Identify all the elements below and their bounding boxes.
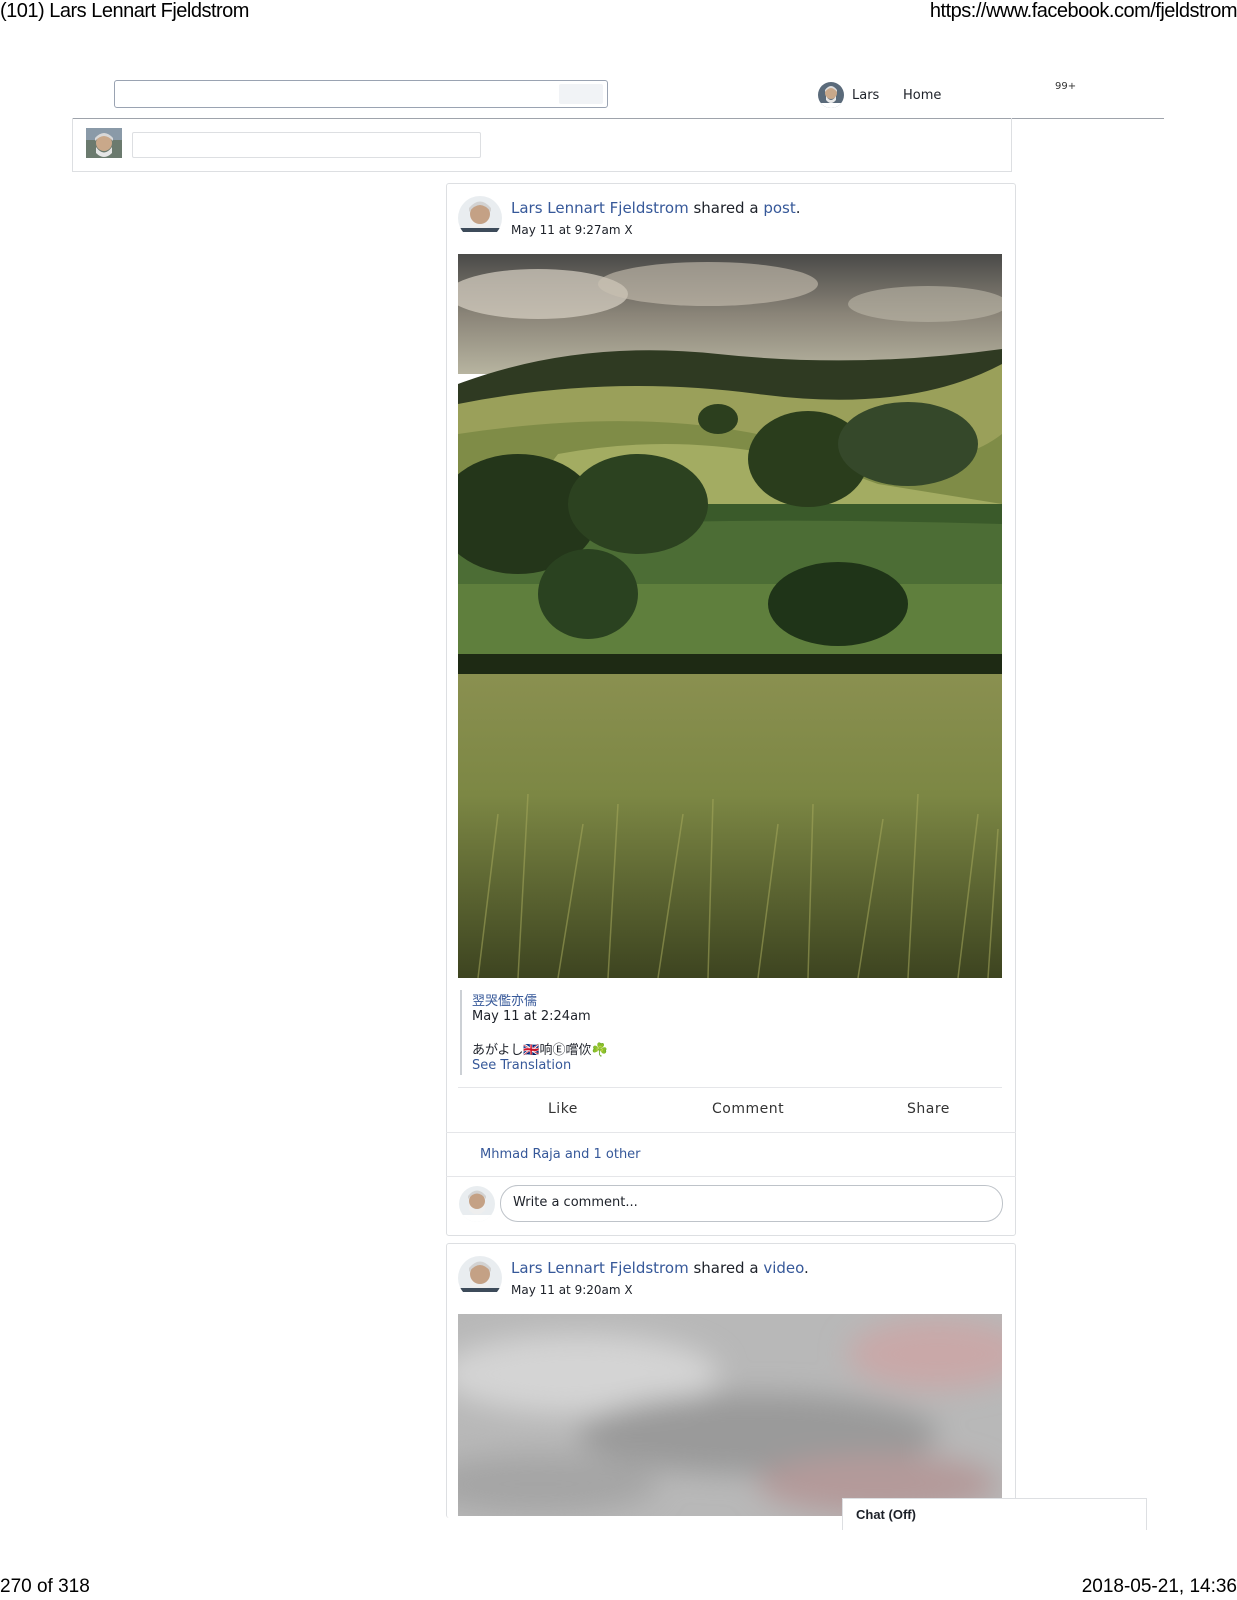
post-action-text: shared a [693,199,759,217]
post-timestamp: May 11 at 9:27am X [511,223,633,237]
composer-avatar [86,128,122,164]
actions-divider-bottom [446,1132,1016,1133]
post-time-link[interactable]: May 11 at 9:27am [511,223,621,237]
comment-input[interactable]: Write a comment... [500,1185,1003,1222]
share-button[interactable]: Share [907,1101,950,1117]
chat-status-label[interactable]: Chat (Off) [856,1507,916,1522]
post-header-period: . [804,1259,809,1277]
search-button[interactable] [559,84,603,104]
composer-input[interactable] [132,132,481,158]
post-visibility-icon: X [624,223,633,237]
profile-avatar[interactable] [818,82,844,108]
commenter-avatar [459,1186,495,1222]
chat-sidebar-tab[interactable]: Chat (Off) [842,1498,1147,1530]
post-author-link[interactable]: Lars Lennart Fjeldstrom [511,1259,689,1277]
post-time-link[interactable]: May 11 at 9:20am [511,1283,621,1297]
comment-placeholder: Write a comment... [513,1195,638,1210]
print-timestamp: 2018-05-21, 14:36 [1081,1576,1237,1597]
post-author-link[interactable]: Lars Lennart Fjeldstrom [511,199,689,217]
shared-post-timestamp[interactable]: May 11 at 2:24am [472,1009,591,1024]
see-translation-link[interactable]: See Translation [472,1058,571,1073]
print-page-url: https://www.facebook.com/fjeldstrom [929,0,1237,22]
post-visibility-icon: X [624,1283,633,1297]
shared-post-text: あがよし🇬🇧响Ⓔ嚐佽☘️ [472,1043,608,1058]
search-input[interactable] [114,80,608,108]
print-page-title: (101) Lars Lennart Fjeldstrom [0,0,249,22]
post-author-avatar[interactable] [458,1256,502,1300]
post-photo-landscape[interactable] [458,254,1002,978]
post-object-link[interactable]: video [763,1259,804,1277]
post-object-link[interactable]: post [763,199,795,217]
notifications-badge[interactable]: 99+ [1055,81,1076,92]
post-header: Lars Lennart Fjeldstrom shared a post. [511,199,801,217]
print-page-counter: 270 of 318 [0,1576,90,1597]
nav-home-link[interactable]: Home [903,88,941,103]
nav-profile-name[interactable]: Lars [852,88,879,103]
post-timestamp: May 11 at 9:20am X [511,1283,633,1297]
shared-post-author-link[interactable]: 翌哭儖亦儒 [472,990,537,1009]
shared-post-indicator [460,990,462,1075]
post-author-avatar[interactable] [458,196,502,240]
comment-button[interactable]: Comment [712,1101,784,1117]
comments-divider [446,1176,1016,1177]
reactions-summary-link[interactable]: Mhmad Raja and 1 other [480,1147,641,1162]
post-header: Lars Lennart Fjeldstrom shared a video. [511,1259,809,1277]
post-header-period: . [795,199,801,217]
actions-divider-top [458,1087,1002,1088]
post-action-text: shared a [693,1259,759,1277]
post-video-thumbnail[interactable] [458,1314,1002,1516]
like-button[interactable]: Like [548,1101,578,1117]
